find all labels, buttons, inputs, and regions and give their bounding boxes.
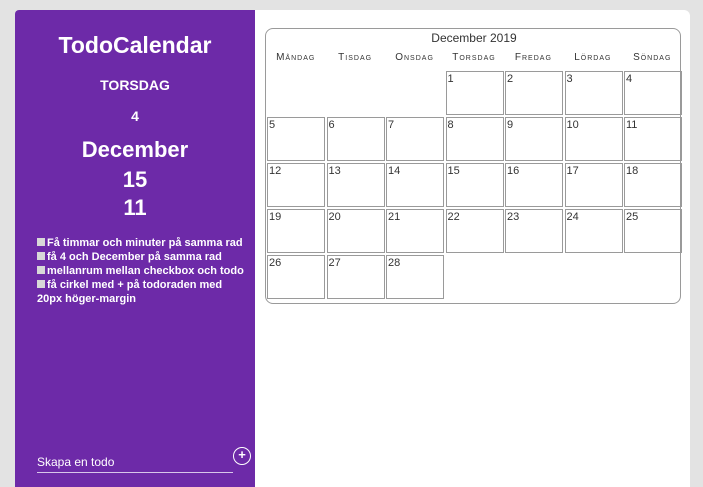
day-number: 27 (328, 257, 341, 269)
calendar-day-cell[interactable]: 5 (267, 117, 325, 161)
calendar-day-cell[interactable]: 11 (624, 117, 682, 161)
day-number: 7 (388, 119, 395, 131)
day-number: 15 (447, 165, 460, 177)
weekday-label: Onsdag (395, 52, 434, 63)
calendar-day-cell[interactable]: 9 (505, 117, 563, 161)
todo-text: mellanrum mellan checkbox och todo (47, 265, 244, 277)
day-number: 24 (566, 211, 579, 223)
calendar-day-cell[interactable]: 6 (326, 117, 385, 161)
weekday-label: Lördag (574, 52, 612, 63)
weekday-label: Söndag (633, 52, 672, 63)
todo-checkbox[interactable] (37, 266, 45, 274)
calendar-day-cell[interactable]: 2 (505, 71, 563, 115)
day-number: 3 (566, 73, 573, 85)
calendar-day-cell[interactable]: 25 (624, 209, 682, 253)
todo-checkbox[interactable] (37, 280, 45, 288)
calendar-day-cell[interactable]: 12 (267, 163, 325, 207)
date-line-15: 15 (122, 167, 148, 192)
day-number: 21 (388, 211, 401, 223)
day-number: 16 (507, 165, 520, 177)
day-number: 28 (388, 257, 401, 269)
day-number: 25 (626, 211, 639, 223)
calendar-day-cell[interactable]: 17 (564, 163, 623, 207)
add-todo-button[interactable]: + (233, 447, 251, 465)
day-number: 5 (269, 119, 276, 131)
day-number: 20 (328, 211, 341, 223)
calendar-day-cell[interactable]: 15 (445, 163, 504, 207)
day-number: 2 (507, 73, 514, 85)
calendar-day-cell[interactable]: 26 (267, 255, 325, 299)
weekday-label: Fredag (514, 52, 552, 63)
day-number: 17 (566, 165, 579, 177)
day-number: 11 (626, 119, 638, 131)
calendar-day-cell[interactable]: 3 (564, 71, 623, 115)
calendar-day-cell[interactable]: 4 (624, 71, 682, 115)
todo-item: få 4 och December på samma rad (37, 250, 247, 264)
day-number: 4 (626, 73, 633, 85)
calendar-day-cell[interactable]: 1 (445, 71, 504, 115)
calendar-day-cell[interactable]: 16 (505, 163, 563, 207)
calendar-day-cell[interactable]: 10 (564, 117, 623, 161)
calendar-day-cell[interactable]: 19 (267, 209, 325, 253)
calendar-day-cell[interactable]: 14 (386, 163, 444, 207)
todo-item: få cirkel med + på todoraden med 20px hö… (37, 278, 247, 306)
day-number: 18 (626, 165, 639, 177)
weekday-label: Måndag (276, 52, 316, 63)
calendar-title: December 2019 (431, 31, 517, 45)
todo-list: Få timmar och minuter på samma rad få 4 … (37, 236, 247, 306)
new-todo-input[interactable] (37, 451, 233, 473)
day-number: 1 (447, 73, 454, 85)
todo-text: få cirkel med + på todoraden med 20px hö… (37, 279, 223, 305)
current-weekday: TORSDAG (100, 77, 170, 93)
calendar-day-cell[interactable]: 28 (386, 255, 444, 299)
weekday-label: Tisdag (338, 52, 373, 63)
day-number: 13 (328, 165, 341, 177)
calendar-day-cell[interactable]: 13 (326, 163, 385, 207)
day-number: 8 (447, 119, 454, 131)
todo-checkbox[interactable] (37, 238, 45, 246)
day-number: 6 (328, 119, 335, 131)
calendar-day-cell[interactable]: 7 (386, 117, 444, 161)
current-month: December (81, 137, 189, 162)
weekday-header: Måndag Tisdag Onsdag Torsdag Fredag Lörd… (266, 52, 682, 63)
current-day-number: 4 (131, 108, 139, 124)
plus-icon: + (238, 447, 246, 462)
calendar-day-cell[interactable]: 24 (564, 209, 623, 253)
calendar-day-cell[interactable]: 20 (326, 209, 385, 253)
calendar-day-cell[interactable]: 22 (445, 209, 504, 253)
todo-text: Få timmar och minuter på samma rad (47, 237, 243, 249)
day-number: 10 (566, 119, 579, 131)
todo-checkbox[interactable] (37, 252, 45, 260)
day-number: 19 (269, 211, 282, 223)
sidebar: TodoCalendar TORSDAG 4 December 15 11 Få… (15, 10, 255, 487)
calendar: December 2019 Måndag Tisdag Onsdag Torsd… (265, 28, 682, 304)
date-line-11: 11 (123, 195, 147, 220)
day-number: 12 (269, 165, 282, 177)
todo-item: Få timmar och minuter på samma rad (37, 236, 247, 250)
todo-item: mellanrum mellan checkbox och todo (37, 264, 247, 278)
weekday-label: Torsdag (452, 52, 496, 63)
calendar-day-cell[interactable]: 21 (386, 209, 444, 253)
calendar-day-cell[interactable]: 18 (624, 163, 682, 207)
calendar-day-cell[interactable]: 23 (505, 209, 563, 253)
calendar-day-cell[interactable]: 8 (445, 117, 504, 161)
app-window: TodoCalendar TORSDAG 4 December 15 11 Få… (15, 10, 690, 487)
day-number: 9 (507, 119, 514, 131)
day-number: 14 (388, 165, 401, 177)
day-number: 26 (269, 257, 282, 269)
day-number: 22 (447, 211, 460, 223)
app-title: TodoCalendar (58, 32, 212, 58)
calendar-day-cell[interactable]: 27 (326, 255, 385, 299)
todo-text: få 4 och December på samma rad (47, 251, 222, 263)
day-number: 23 (507, 211, 520, 223)
